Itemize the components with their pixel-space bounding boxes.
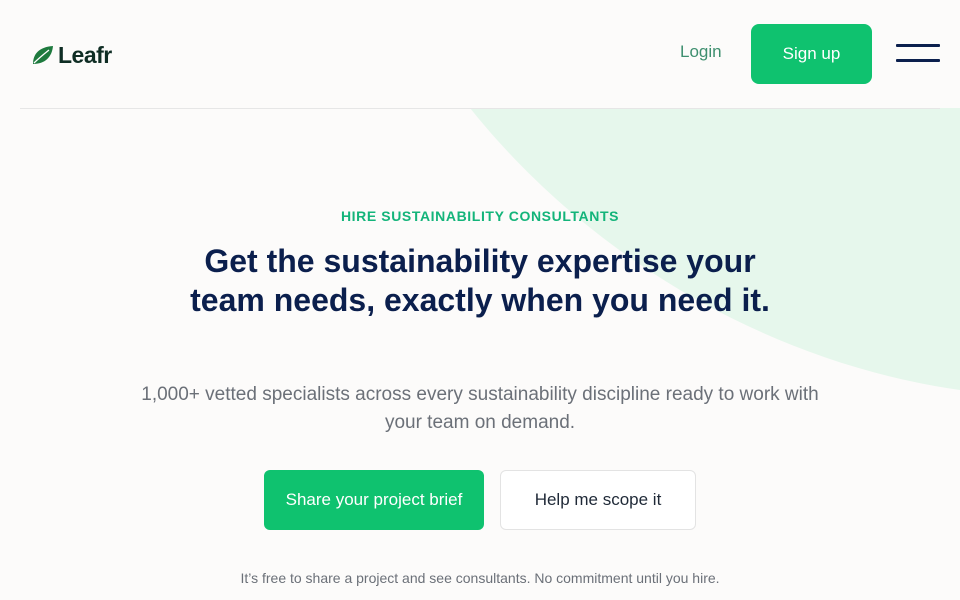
logo[interactable]: Leafr: [32, 40, 112, 70]
hero-note: It’s free to share a project and see con…: [240, 570, 720, 586]
hamburger-menu-icon[interactable]: [896, 44, 940, 64]
leaf-icon: [33, 46, 53, 64]
menu-line: [896, 44, 940, 47]
hero-subtitle: 1,000+ vetted specialists across every s…: [141, 384, 819, 433]
site-header: Leafr Login Sign up: [20, 0, 940, 109]
signup-button[interactable]: Sign up: [751, 24, 872, 84]
hero-title: Get the sustainability expertise your te…: [190, 243, 770, 318]
help-me-scope-button[interactable]: Help me scope it: [500, 470, 696, 530]
share-project-brief-button[interactable]: Share your project brief: [264, 470, 484, 530]
logo-text: Leafr: [58, 41, 112, 68]
hero-eyebrow: HIRE SUSTAINABILITY CONSULTANTS: [340, 208, 620, 224]
login-link[interactable]: Login: [680, 42, 722, 62]
menu-line: [896, 59, 940, 62]
